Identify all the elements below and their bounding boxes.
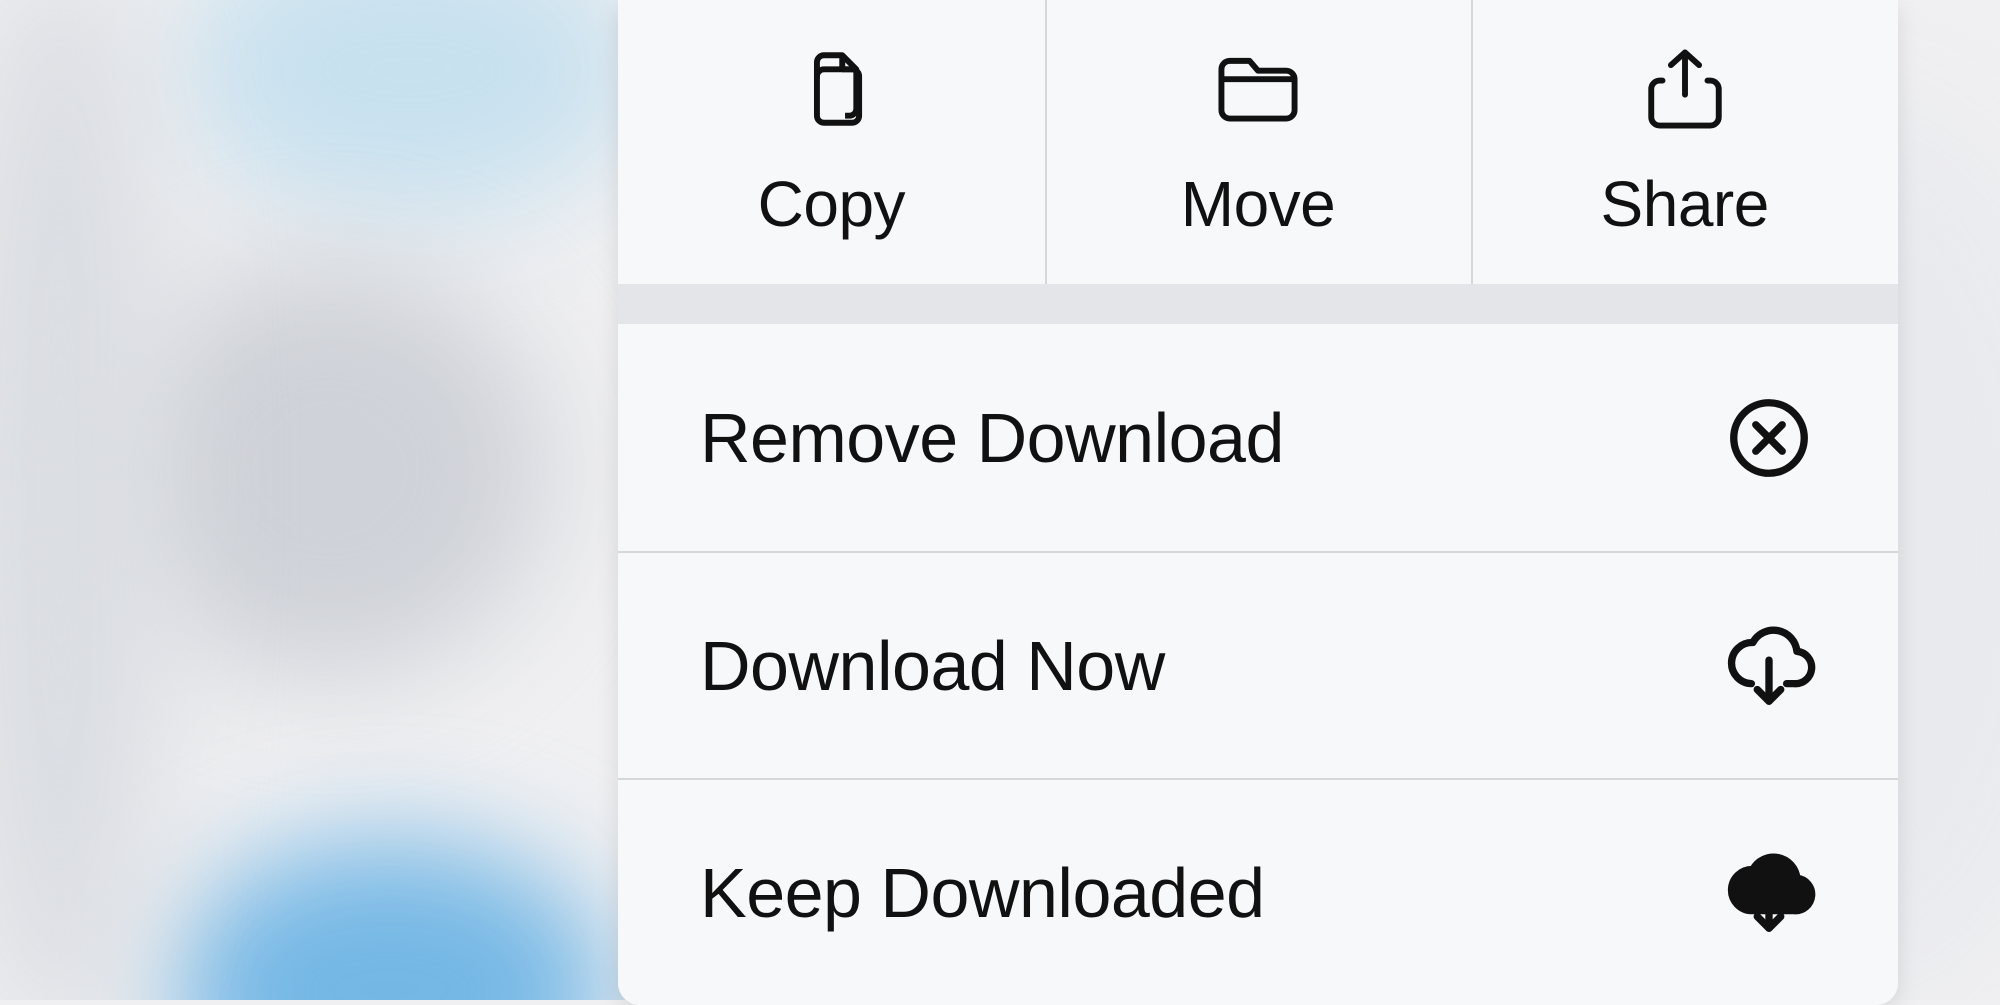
download-now-label: Download Now — [700, 626, 1165, 706]
copy-action[interactable]: Copy — [618, 0, 1045, 284]
copy-label: Copy — [758, 167, 905, 241]
keep-downloaded-label: Keep Downloaded — [700, 853, 1265, 933]
copy-icon — [786, 44, 876, 167]
circle-x-icon — [1722, 391, 1816, 485]
share-icon — [1640, 44, 1730, 167]
share-action[interactable]: Share — [1471, 0, 1898, 284]
remove-download-row[interactable]: Remove Download — [618, 324, 1898, 551]
context-menu: Copy Move Share Remove — [618, 0, 1898, 1005]
folder-icon — [1213, 44, 1303, 167]
move-label: Move — [1181, 167, 1336, 241]
download-now-row[interactable]: Download Now — [618, 551, 1898, 778]
keep-downloaded-row[interactable]: Keep Downloaded — [618, 778, 1898, 1005]
top-actions-row: Copy Move Share — [618, 0, 1898, 284]
share-label: Share — [1601, 167, 1769, 241]
remove-download-label: Remove Download — [700, 398, 1284, 478]
cloud-download-icon — [1722, 619, 1816, 713]
cloud-download-filled-icon — [1722, 846, 1816, 940]
section-separator — [618, 284, 1898, 324]
move-action[interactable]: Move — [1045, 0, 1472, 284]
